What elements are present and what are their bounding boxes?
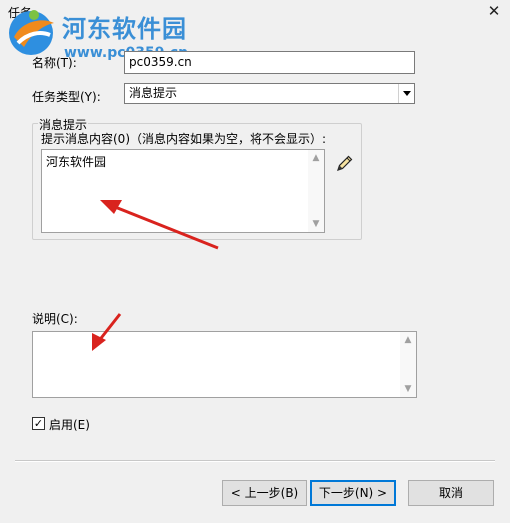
watermark-logo-icon [9,10,54,55]
pencil-icon[interactable] [335,153,355,173]
next-button[interactable]: 下一步(N) > [310,480,396,506]
back-button[interactable]: < 上一步(B) [222,480,307,506]
message-prompt-label: 提示消息内容(0)（消息内容如果为空，将不会显示）: [41,132,327,146]
description-label: 说明(C): [32,312,78,326]
watermark-title: 河东软件园 [62,15,187,43]
name-label: 名称(T): [32,56,77,70]
task-type-label: 任务类型(Y): [32,90,101,104]
chevron-down-icon[interactable] [398,84,414,103]
name-input[interactable]: pc0359.cn [124,51,415,74]
message-content-text: 河东软件园 [46,155,107,169]
annotation-arrows [92,200,219,351]
task-type-select[interactable]: 消息提示 [124,83,415,104]
scroll-down-icon[interactable]: ▼ [404,385,412,394]
scroll-down-icon[interactable]: ▼ [312,220,320,229]
description-scrollbar[interactable]: ▲ ▼ [400,332,416,397]
scroll-up-icon[interactable]: ▲ [312,154,320,163]
cancel-button[interactable]: 取消 [408,480,494,506]
enable-label: 启用(E) [49,418,90,432]
separator [15,460,495,462]
description-textarea[interactable]: ▲ ▼ [32,331,417,398]
task-type-value: 消息提示 [129,86,178,100]
message-scrollbar[interactable]: ▲ ▼ [308,150,324,232]
close-icon[interactable]: ✕ [486,2,502,20]
enable-checkbox[interactable]: ✓ [32,417,45,430]
message-content-textarea[interactable]: 河东软件园 ▲ ▼ [41,149,325,233]
scroll-up-icon[interactable]: ▲ [404,336,412,345]
